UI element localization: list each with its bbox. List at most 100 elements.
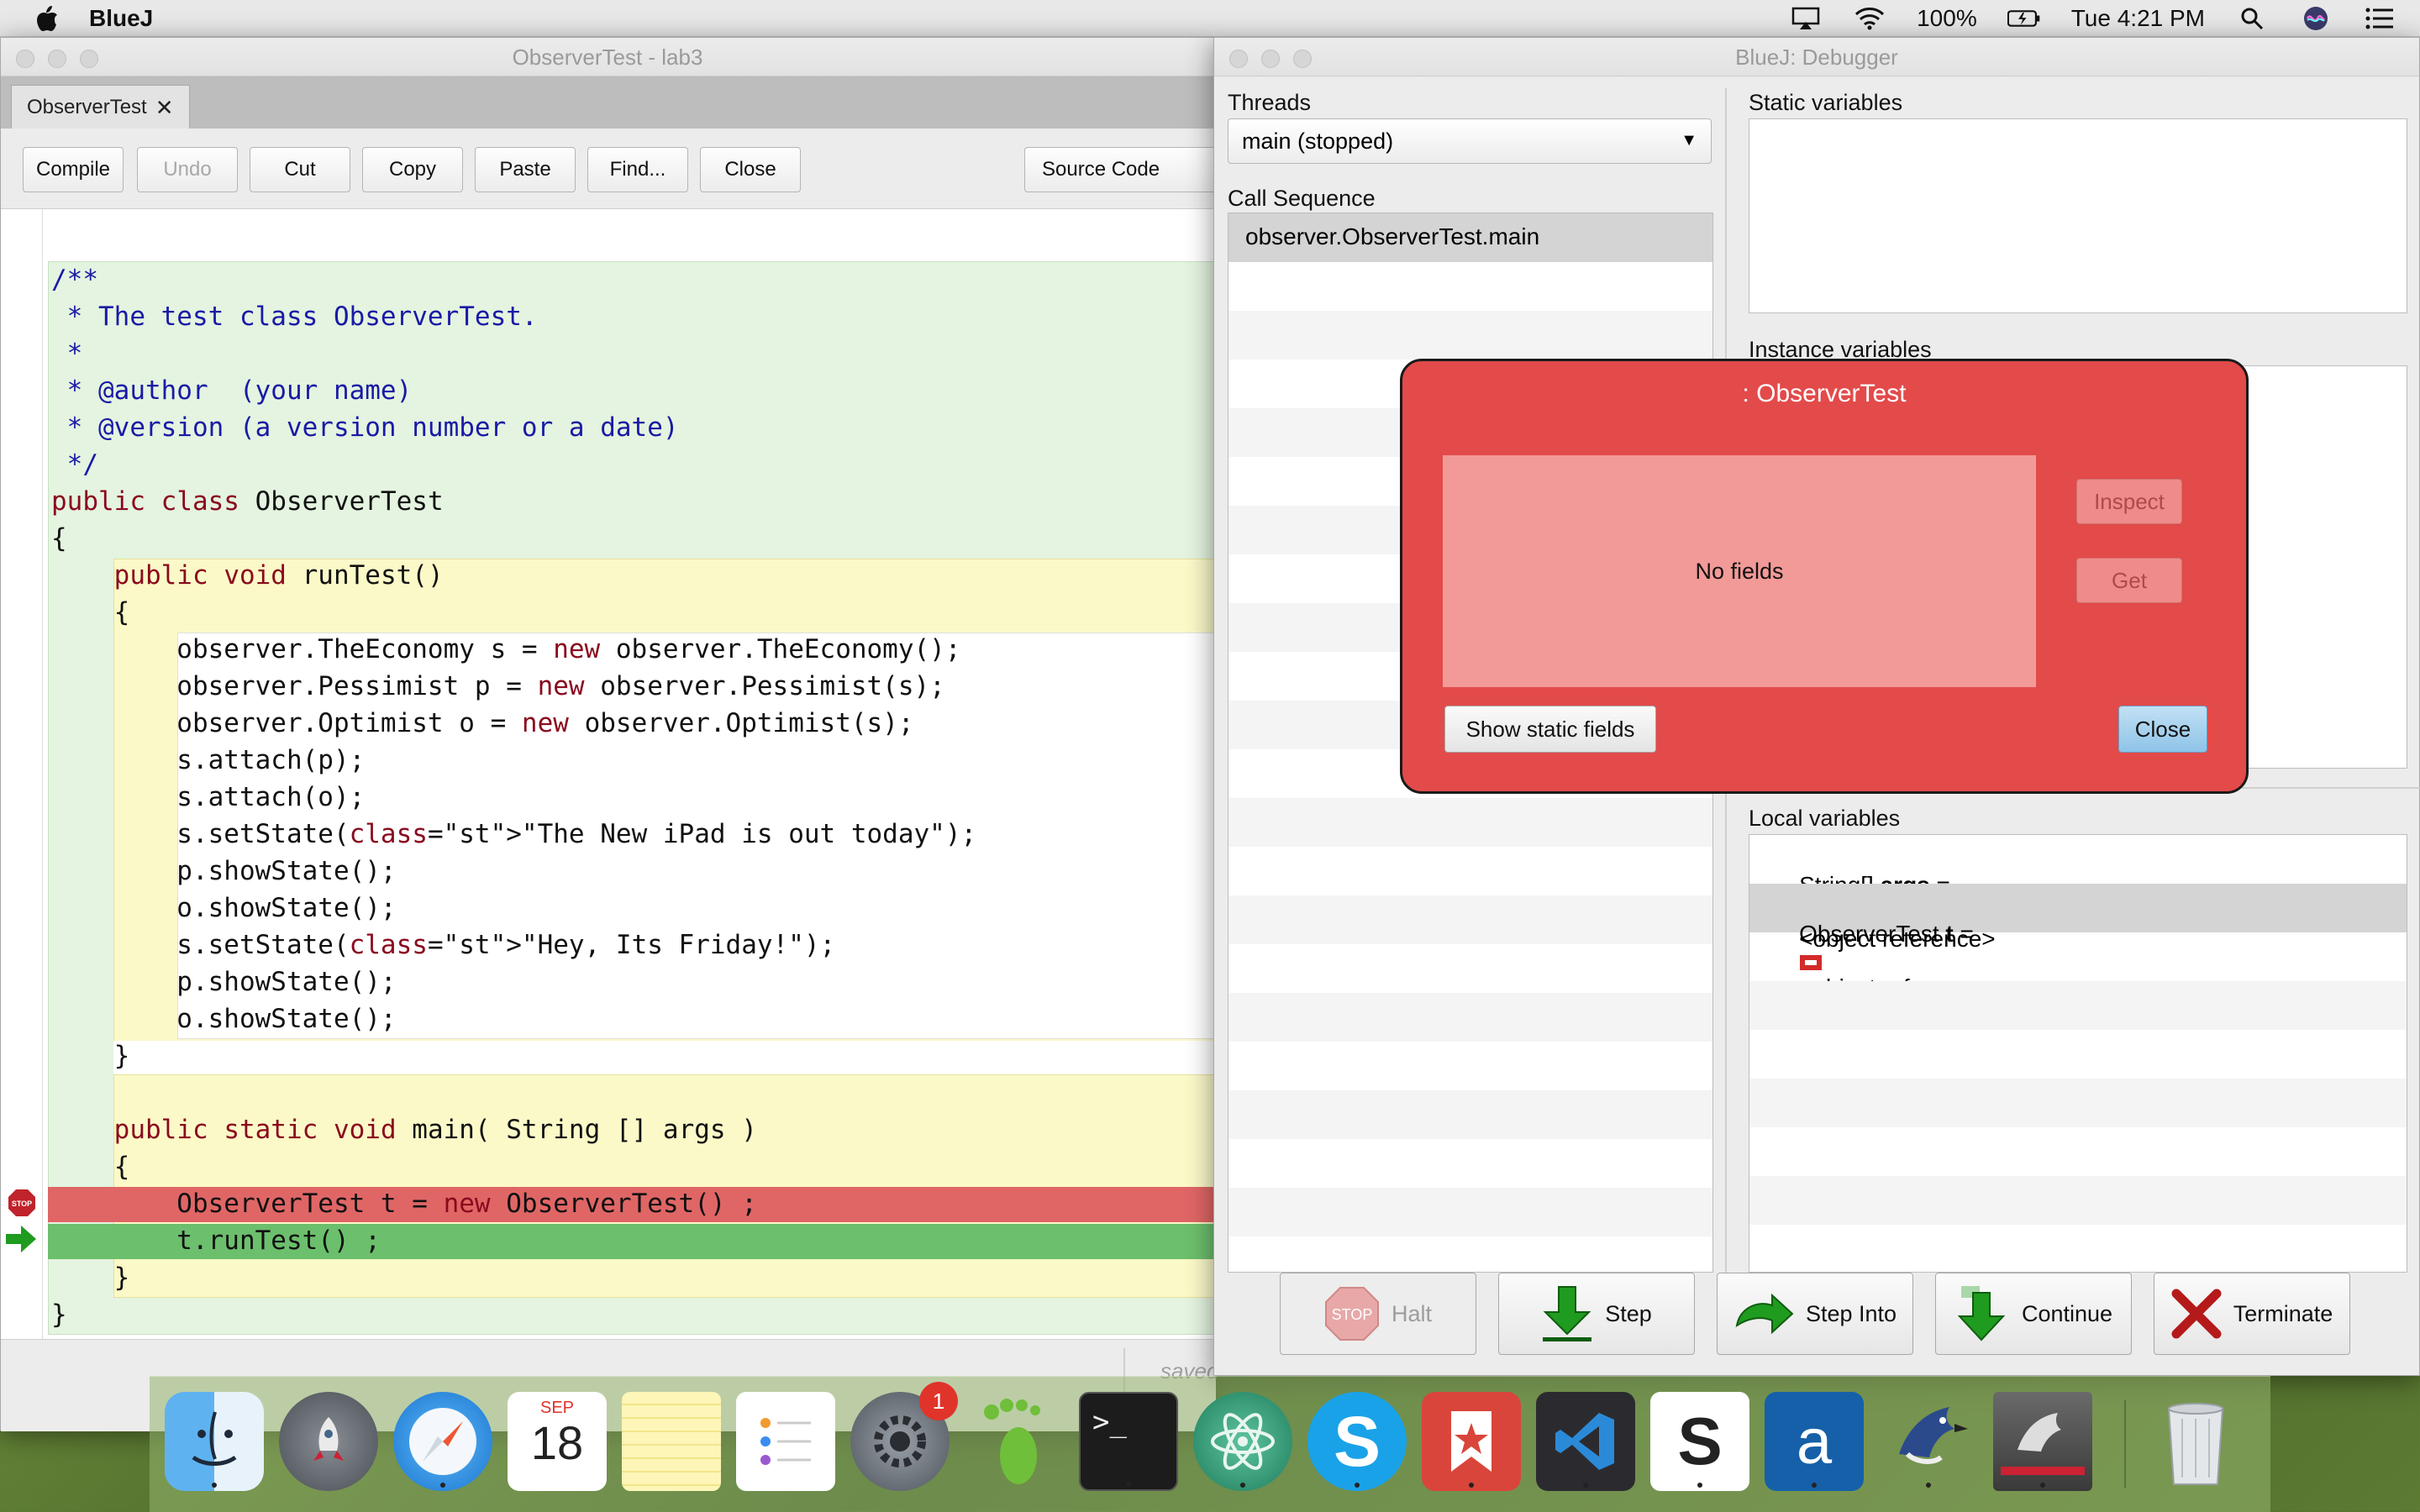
editor-titlebar[interactable]: ObserverTest - lab3 (1, 38, 1214, 76)
cut-button[interactable]: Cut (250, 147, 350, 192)
code-area[interactable]: /** * The test class ObserverTest. * * @… (43, 209, 1216, 1339)
breakpoint-stop-icon[interactable]: STOP (8, 1189, 36, 1217)
code-line: * @author (your name) (51, 375, 413, 406)
debugger-titlebar[interactable]: BlueJ: Debugger (1214, 38, 2419, 76)
call-sequence-label: Call Sequence (1228, 186, 1376, 211)
halt-button[interactable]: STOP Halt (1280, 1273, 1476, 1355)
safari-icon[interactable] (393, 1392, 492, 1491)
apple-icon[interactable] (30, 2, 64, 35)
terminate-button[interactable]: Terminate (2154, 1273, 2350, 1355)
list-item[interactable]: observer.ObserverTest.main (1228, 213, 1712, 262)
get-button[interactable]: Get (2076, 558, 2182, 603)
continue-arrow-icon (1957, 1286, 2006, 1341)
skype-icon[interactable]: S (1307, 1392, 1407, 1491)
dock-separator (2124, 1400, 2126, 1488)
debugger-title: BlueJ: Debugger (1735, 45, 1898, 70)
terminal-icon[interactable]: >_ (1079, 1392, 1178, 1491)
zoom-window-button[interactable] (80, 50, 98, 68)
running-indicator (1697, 1483, 1702, 1488)
paste-button[interactable]: Paste (475, 147, 576, 192)
app-name[interactable]: BlueJ (89, 5, 153, 32)
finder-icon[interactable] (165, 1392, 264, 1491)
threads-label: Threads (1228, 90, 1312, 115)
battery-icon[interactable] (2007, 5, 2041, 32)
clock[interactable]: Tue 4:21 PM (2071, 5, 2205, 32)
step-into-button[interactable]: Step Into (1717, 1273, 1913, 1355)
step-into-arrow-icon (1735, 1293, 1794, 1335)
minimize-window-button[interactable] (48, 50, 66, 68)
wifi-icon[interactable] (1853, 5, 1886, 32)
spotlight-icon[interactable] (2235, 5, 2269, 32)
editor-tabbar: ObserverTest ✕ (1, 76, 1214, 129)
chevron-down-icon: ▼ (1681, 131, 1697, 150)
thread-selected-value: main (stopped) (1242, 128, 1394, 154)
list-item[interactable]: String[] args = <object reference> (1749, 835, 2407, 952)
minimize-window-button[interactable] (1261, 50, 1280, 68)
empty-row (1228, 1188, 1712, 1236)
copy-button[interactable]: Copy (362, 147, 463, 192)
bluej-icon[interactable] (1879, 1392, 1978, 1491)
system-preferences-icon[interactable]: 1 (850, 1382, 958, 1491)
code-editor[interactable]: STOP /** * The test class ObserverTest. … (1, 209, 1216, 1339)
notification-center-icon[interactable] (2363, 5, 2396, 32)
slack-icon[interactable]: S (1650, 1392, 1749, 1491)
breakpoint-gutter[interactable]: STOP (1, 209, 43, 1339)
list-item[interactable]: ObserverTest t = <object reference> (1749, 884, 2407, 1000)
vscode-icon[interactable] (1536, 1392, 1635, 1491)
continue-button[interactable]: Continue (1935, 1273, 2132, 1355)
compile-button[interactable]: Compile (23, 147, 124, 192)
reminders-icon[interactable] (736, 1392, 835, 1491)
empty-row (1749, 981, 2407, 1030)
trash-icon[interactable] (2146, 1392, 2245, 1491)
empty-row (1228, 1090, 1712, 1139)
view-mode-select[interactable]: Source Code (1024, 147, 1216, 192)
find-button[interactable]: Find... (587, 147, 688, 192)
close-window-button[interactable] (1229, 50, 1248, 68)
step-button[interactable]: Step (1498, 1273, 1695, 1355)
tab-observertest[interactable]: ObserverTest ✕ (11, 85, 190, 129)
empty-row (1228, 895, 1712, 944)
undo-button[interactable]: Undo (137, 147, 238, 192)
code-line: { (51, 597, 130, 627)
atom-icon[interactable] (1193, 1392, 1292, 1491)
running-indicator (1583, 1483, 1588, 1488)
local-variables-list[interactable]: String[] args = <object reference> Obser… (1749, 834, 2407, 1273)
inspector-fields-pane[interactable]: No fields (1443, 455, 2036, 687)
airplay-icon[interactable] (1789, 5, 1823, 32)
inspect-button[interactable]: Inspect (2076, 479, 2182, 524)
dictionary-app-icon[interactable]: a (1765, 1392, 1864, 1491)
code-line: public void runTest() (113, 560, 444, 591)
editor-title: ObserverTest - lab3 (512, 45, 703, 70)
tab-close-icon[interactable]: ✕ (155, 86, 174, 129)
running-indicator (1469, 1483, 1474, 1488)
running-indicator (1126, 1481, 1131, 1486)
static-variables-list[interactable] (1749, 118, 2407, 313)
running-indicator (1355, 1483, 1360, 1488)
empty-row (1228, 993, 1712, 1042)
notes-icon[interactable] (622, 1392, 721, 1491)
calendar-icon[interactable]: SEP 18 (508, 1392, 607, 1491)
show-static-fields-button[interactable]: Show static fields (1444, 706, 1656, 753)
thread-select[interactable]: main (stopped) ▼ (1228, 118, 1712, 164)
close-window-button[interactable] (16, 50, 34, 68)
bookmark-app-icon[interactable] (1422, 1392, 1521, 1491)
bluej-debugger-icon[interactable] (1993, 1392, 2092, 1491)
siri-icon[interactable] (2299, 5, 2333, 32)
battery-percent[interactable]: 100% (1917, 5, 1977, 32)
empty-row (1228, 311, 1712, 360)
editor-toolbar: Compile Undo Cut Copy Paste Find... Clos… (1, 129, 1216, 209)
running-indicator (1240, 1483, 1245, 1488)
code-line: * @version (a version number or a date) (51, 412, 679, 443)
close-button[interactable]: Close (700, 147, 801, 192)
code-line: observer.TheEconomy s = new observer.The… (51, 634, 961, 664)
empty-row (1228, 798, 1712, 847)
inspector-close-button[interactable]: Close (2118, 706, 2207, 753)
stop-sign-icon: STOP (1324, 1287, 1379, 1341)
running-indicator (2040, 1483, 2045, 1488)
running-indicator (212, 1483, 217, 1488)
launchpad-icon[interactable] (279, 1392, 378, 1491)
calendar-month: SEP (539, 1399, 575, 1417)
sourcetree-foot-icon[interactable] (965, 1392, 1064, 1491)
code-line: */ (51, 449, 98, 480)
zoom-window-button[interactable] (1293, 50, 1312, 68)
